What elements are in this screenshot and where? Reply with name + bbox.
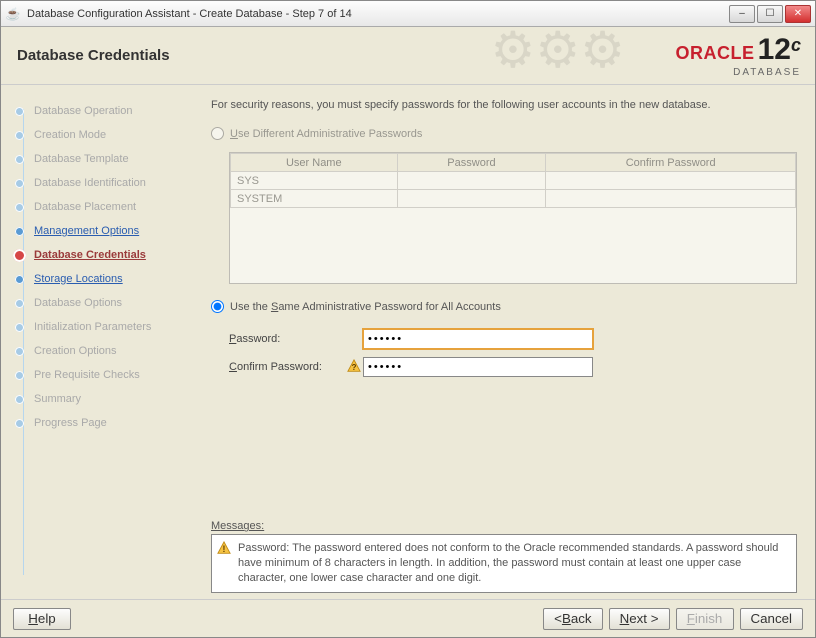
step-label: Storage Locations [34, 273, 123, 285]
radio-same-password-label: Use the Same Administrative Password for… [230, 301, 501, 313]
sidebar-step[interactable]: Database Credentials [15, 243, 195, 267]
step-label: Summary [34, 393, 81, 405]
radio-different-passwords-row[interactable]: Use Different Administrative Passwords [211, 127, 797, 140]
step-label: Creation Options [34, 345, 117, 357]
sidebar-step: Database Options [15, 291, 195, 315]
sidebar-step: Summary [15, 387, 195, 411]
window-title: Database Configuration Assistant - Creat… [27, 8, 729, 20]
next-button[interactable]: Next > [609, 608, 670, 630]
table-cell [397, 172, 546, 190]
step-dot-icon [15, 131, 24, 140]
sidebar-step: Pre Requisite Checks [15, 363, 195, 387]
table-cell [546, 172, 796, 190]
main-panel: For security reasons, you must specify p… [201, 85, 815, 599]
radio-different-passwords-label: Use Different Administrative Passwords [230, 128, 422, 140]
radio-same-password-row[interactable]: Use the Same Administrative Password for… [211, 300, 797, 313]
warning-icon: ? [347, 359, 361, 373]
minimize-button[interactable]: – [729, 5, 755, 23]
table-header-confirm: Confirm Password [546, 154, 796, 172]
window-frame: ☕ Database Configuration Assistant - Cre… [0, 0, 816, 638]
sidebar-step: Database Operation [15, 99, 195, 123]
maximize-button[interactable]: ☐ [757, 5, 783, 23]
password-label: Password: [229, 333, 359, 345]
svg-text:!: ! [223, 544, 226, 554]
step-label: Database Template [34, 153, 129, 165]
sidebar-step: Database Placement [15, 195, 195, 219]
cancel-button[interactable]: Cancel [740, 608, 804, 630]
sidebar-step: Database Identification [15, 171, 195, 195]
warning-icon: ! [217, 541, 231, 555]
help-button[interactable]: Help [13, 608, 71, 630]
table-cell [397, 190, 546, 208]
messages-label: Messages: [211, 520, 797, 532]
step-dot-icon [15, 155, 24, 164]
step-dot-icon [15, 299, 24, 308]
sidebar-step: Initialization Parameters [15, 315, 195, 339]
step-label: Database Operation [34, 105, 132, 117]
sidebar-step: Creation Options [15, 339, 195, 363]
step-dot-icon [15, 323, 24, 332]
page-title: Database Credentials [17, 47, 170, 64]
confirm-password-label: Confirm Password: [229, 361, 359, 373]
table-header-password: Password [397, 154, 546, 172]
logo-version: 12c [758, 33, 801, 66]
table-cell [546, 190, 796, 208]
header: ⚙⚙⚙ Database Credentials ORACLE 12c DATA… [1, 27, 815, 85]
step-label: Creation Mode [34, 129, 106, 141]
java-icon: ☕ [5, 6, 21, 22]
step-label: Pre Requisite Checks [34, 369, 140, 381]
table-header-username: User Name [231, 154, 398, 172]
messages-box: ! Password: The password entered does no… [211, 534, 797, 593]
step-dot-icon [15, 395, 24, 404]
sidebar-step: Progress Page [15, 411, 195, 435]
sidebar-step[interactable]: Management Options [15, 219, 195, 243]
svg-text:?: ? [352, 363, 357, 372]
back-button[interactable]: < Back [543, 608, 602, 630]
table-row: SYS [231, 172, 796, 190]
password-input[interactable] [363, 329, 593, 349]
step-dot-icon [15, 347, 24, 356]
radio-same-password[interactable] [211, 300, 224, 313]
step-label: Management Options [34, 225, 139, 237]
titlebar[interactable]: ☕ Database Configuration Assistant - Cre… [1, 1, 815, 27]
step-label: Database Credentials [34, 249, 146, 261]
step-label: Progress Page [34, 417, 107, 429]
table-row: SYSTEM [231, 190, 796, 208]
wizard-sidebar: Database Operation Creation Mode Database … [1, 85, 201, 599]
confirm-password-input[interactable] [363, 357, 593, 377]
table-cell: SYSTEM [231, 190, 398, 208]
radio-different-passwords[interactable] [211, 127, 224, 140]
step-dot-icon [15, 371, 24, 380]
sidebar-step[interactable]: Storage Locations [15, 267, 195, 291]
oracle-logo: ORACLE 12c DATABASE [676, 33, 801, 78]
step-label: Database Placement [34, 201, 136, 213]
message-text: Password: The password entered does not … [238, 542, 778, 584]
table-cell: SYS [231, 172, 398, 190]
logo-product: DATABASE [676, 67, 801, 78]
footer: Help < Back Next > Finish Cancel [1, 599, 815, 637]
step-label: Database Identification [34, 177, 146, 189]
step-dot-icon [15, 275, 24, 284]
finish-button: Finish [676, 608, 734, 630]
step-dot-icon [15, 107, 24, 116]
step-dot-icon [15, 419, 24, 428]
step-label: Database Options [34, 297, 122, 309]
gears-decoration: ⚙⚙⚙ [491, 27, 625, 79]
logo-brand: ORACLE [676, 43, 755, 63]
sidebar-step: Database Template [15, 147, 195, 171]
intro-text: For security reasons, you must specify p… [211, 99, 797, 111]
step-label: Initialization Parameters [34, 321, 151, 333]
close-button[interactable]: ✕ [785, 5, 811, 23]
step-dot-icon [15, 203, 24, 212]
step-dot-icon [15, 179, 24, 188]
step-dot-icon [13, 249, 26, 262]
step-dot-icon [15, 227, 24, 236]
users-table: User Name Password Confirm Password SYSS… [229, 152, 797, 284]
sidebar-step: Creation Mode [15, 123, 195, 147]
